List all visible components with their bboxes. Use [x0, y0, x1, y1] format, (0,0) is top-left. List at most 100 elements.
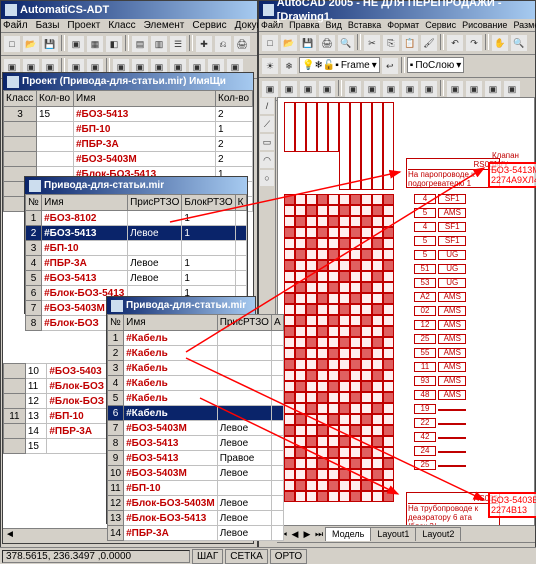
menu-dim[interactable]: Размеры	[513, 20, 536, 30]
grid-row[interactable]: 5#БОЗ-5413Левое1	[26, 271, 247, 286]
tb-icon[interactable]: ▣	[318, 80, 336, 98]
poly-icon[interactable]: ⟋	[259, 115, 275, 133]
menu-service[interactable]: Сервис	[192, 20, 226, 31]
tb-btn-icon[interactable]: ◧	[105, 35, 123, 53]
tb-save-icon[interactable]: 💾	[41, 35, 59, 53]
menu-format[interactable]: Формат	[387, 20, 419, 30]
project-row[interactable]: 1113#БП-10	[4, 409, 107, 424]
tb-btn-icon[interactable]: ▥	[150, 35, 168, 53]
col-a[interactable]: А	[271, 315, 283, 331]
menu-view[interactable]: Вид	[326, 20, 342, 30]
project-row[interactable]: #ПБР-3А2	[4, 137, 253, 152]
grid-row[interactable]: 9#БОЗ-5413Правое	[108, 451, 284, 466]
tb-icon[interactable]: ▣	[446, 80, 464, 98]
acad-menubar[interactable]: Файл Правка Вид Вставка Формат Сервис Ри…	[259, 19, 535, 32]
layer-icon[interactable]: ☀	[261, 57, 279, 75]
grid-row[interactable]: 10#БОЗ-5403МЛевое	[108, 466, 284, 481]
grid-row[interactable]: 4#Кабель	[108, 376, 284, 391]
tb-icon[interactable]: ▣	[401, 80, 419, 98]
col-count2[interactable]: Кол-во	[216, 91, 253, 107]
menu-file[interactable]: Файл	[261, 20, 283, 30]
menu-project[interactable]: Проект	[67, 20, 100, 31]
acad-titlebar[interactable]: AutoCAD 2005 - НЕ ДЛЯ ПЕРЕПРОДАЖИ - [Dra…	[259, 1, 535, 19]
grid-row[interactable]: 2#БОЗ-5413Левое1	[26, 226, 247, 241]
tb-icon[interactable]: ▣	[484, 80, 502, 98]
tb-icon[interactable]: ▣	[420, 80, 438, 98]
layer-dropdown[interactable]: 💡❄🔓▪ Frame ▾	[299, 57, 380, 73]
tab-prev-icon[interactable]: ◀	[289, 529, 301, 540]
adt-titlebar[interactable]: AutomatiCS-ADT	[1, 1, 257, 19]
undo-icon[interactable]: ↶	[446, 34, 464, 52]
tab-layout1[interactable]: Layout1	[370, 527, 416, 541]
grid-row[interactable]: 3#Кабель	[108, 361, 284, 376]
project-row[interactable]: 14#ПБР-3А	[4, 424, 107, 439]
save-icon[interactable]: 💾	[299, 34, 317, 52]
redo-icon[interactable]: ↷	[465, 34, 483, 52]
grid-row[interactable]: 13#Блок-БОЗ-5413Левое	[108, 511, 284, 526]
grid-row[interactable]: 1#Кабель	[108, 331, 284, 346]
tb-icon[interactable]: ▣	[503, 80, 521, 98]
tb-btn-icon[interactable]: 🖨	[233, 35, 251, 53]
tb-icon[interactable]: ▣	[261, 80, 279, 98]
grid-row[interactable]: 3#БП-10	[26, 241, 247, 256]
tb-icon[interactable]: ▣	[280, 80, 298, 98]
line-icon[interactable]: /	[259, 97, 275, 115]
tb-icon[interactable]: ▣	[382, 80, 400, 98]
grid-row[interactable]: 12#Блок-БОЗ-5403МЛевое	[108, 496, 284, 511]
menu-insert[interactable]: Вставка	[348, 20, 381, 30]
tb-btn-icon[interactable]: ▦	[86, 35, 104, 53]
tb-btn-icon[interactable]: ✚	[195, 35, 213, 53]
project-row[interactable]: 315#БОЗ-54132	[4, 107, 253, 122]
win2-grid[interactable]: № Имя ПрисРТЗО А 1#Кабель2#Кабель3#Кабел…	[107, 314, 284, 541]
project-row[interactable]: 10#БОЗ-5403	[4, 364, 107, 379]
preview-icon[interactable]: 🔍	[337, 34, 355, 52]
copy-icon[interactable]: ⎘	[382, 34, 400, 52]
project-titlebar[interactable]: Проект (Привода-для-статьи.mir) ИмяЩи	[3, 73, 253, 90]
project-row[interactable]: 11#Блок-БОЗ	[4, 379, 107, 394]
tab-next-icon[interactable]: ▶	[301, 529, 313, 540]
tb-btn-icon[interactable]: ⎌	[214, 35, 232, 53]
col-blok[interactable]: БлокРТЗО	[182, 195, 235, 211]
col-pris[interactable]: ПрисРТЗО	[217, 315, 271, 331]
tab-layout2[interactable]: Layout2	[415, 527, 461, 541]
menu-edit[interactable]: Правка	[289, 20, 319, 30]
grid-row[interactable]: 4#ПБР-3АЛевое1	[26, 256, 247, 271]
match-icon[interactable]: 🖌	[420, 34, 438, 52]
win2-titlebar[interactable]: Привода-для-статьи.mir	[107, 297, 255, 314]
acad-drawing-area[interactable]: RS001 На паропроводе к подогревателю 1 К…	[277, 97, 535, 527]
grid-row[interactable]: 8#БОЗ-5413Левое	[108, 436, 284, 451]
grid-row[interactable]: 7#БОЗ-5403МЛевое	[108, 421, 284, 436]
snap-button[interactable]: ШАГ	[192, 549, 223, 564]
col-class[interactable]: Класс	[4, 91, 37, 107]
circle-icon[interactable]: ○	[259, 169, 275, 187]
col-name[interactable]: Имя	[42, 195, 128, 211]
ortho-button[interactable]: ОРТО	[270, 549, 307, 564]
color-dropdown[interactable]: ▪ ПоСлою ▾	[407, 57, 465, 73]
win1-titlebar[interactable]: Привода-для-статьи.mir	[25, 177, 247, 194]
tb-icon[interactable]: ▣	[465, 80, 483, 98]
grid-row[interactable]: 2#Кабель	[108, 346, 284, 361]
menu-file[interactable]: Файл	[3, 20, 28, 31]
open-icon[interactable]: 📂	[280, 34, 298, 52]
tb-icon[interactable]: ▣	[363, 80, 381, 98]
tb-btn-icon[interactable]: ▣	[67, 35, 85, 53]
project-row[interactable]: #БОЗ-5403М2	[4, 152, 253, 167]
adt-menubar[interactable]: Файл Базы Проект Класс Элемент Сервис До…	[1, 19, 257, 33]
new-icon[interactable]: □	[261, 34, 279, 52]
col-name[interactable]: Имя	[74, 91, 216, 107]
pan-icon[interactable]: ✋	[491, 34, 509, 52]
col-count[interactable]: Кол-во	[37, 91, 74, 107]
menu-bases[interactable]: Базы	[36, 20, 60, 31]
tb-icon[interactable]: ▣	[344, 80, 362, 98]
menu-draw[interactable]: Рисование	[462, 20, 507, 30]
arc-icon[interactable]: ◠	[259, 151, 275, 169]
col-n[interactable]: №	[108, 315, 124, 331]
grid-row[interactable]: 1#БОЗ-81021	[26, 211, 247, 226]
grid-row[interactable]: 14#ПБР-3АЛевое	[108, 526, 284, 541]
menu-element[interactable]: Элемент	[144, 20, 185, 31]
tb-new-icon[interactable]: □	[3, 35, 21, 53]
col-name[interactable]: Имя	[124, 315, 218, 331]
tb-icon[interactable]: ▣	[299, 80, 317, 98]
grid-row[interactable]: 11#БП-10	[108, 481, 284, 496]
col-n[interactable]: №	[26, 195, 42, 211]
